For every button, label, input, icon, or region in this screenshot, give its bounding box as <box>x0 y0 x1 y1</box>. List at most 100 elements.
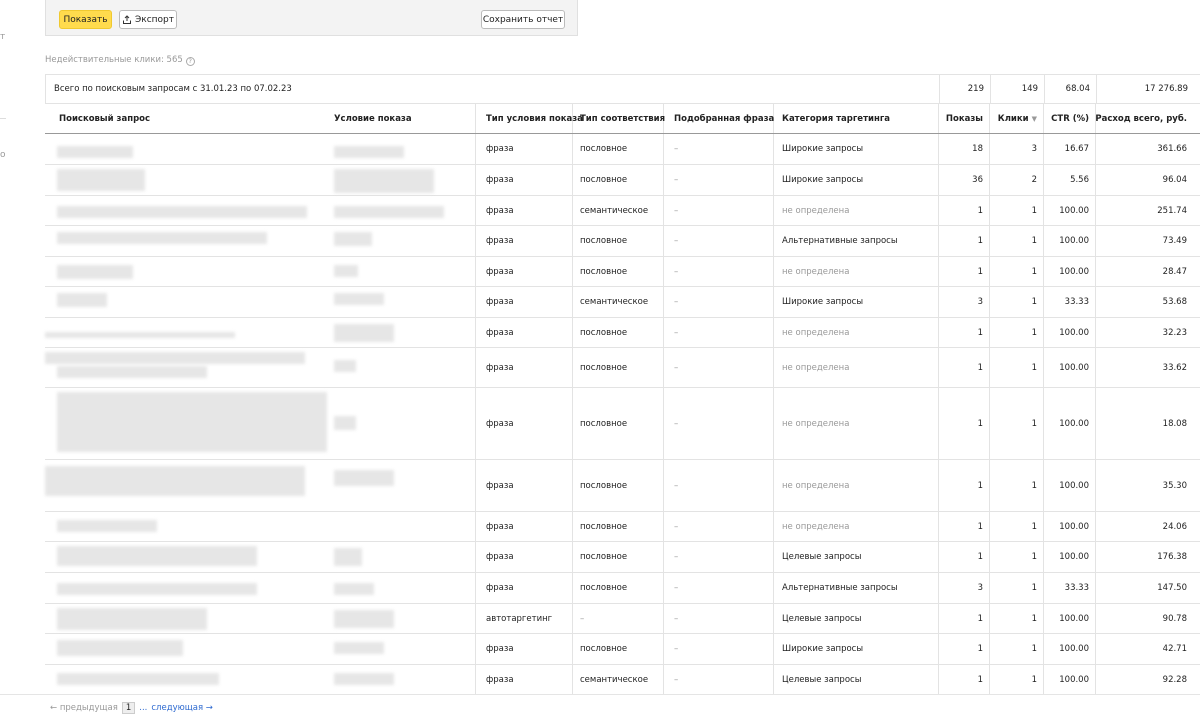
clicks-cell: 1 <box>1031 266 1037 277</box>
show-button[interactable]: Показать <box>59 10 112 29</box>
cond-type-cell: фраза <box>486 175 514 185</box>
spend-cell: 35.30 <box>1162 480 1187 491</box>
header-match-type[interactable]: Тип соответствия <box>572 104 665 133</box>
next-page-link[interactable]: следующая → <box>151 703 213 713</box>
category-cell: Целевые запросы <box>782 613 862 624</box>
spend-cell: 24.06 <box>1162 521 1187 532</box>
header-spend[interactable]: Расход всего, руб. <box>1095 104 1200 133</box>
cond-type-cell: фраза <box>486 327 514 338</box>
shows-cell: 1 <box>977 327 983 338</box>
clicks-cell: 1 <box>1031 674 1037 685</box>
shows-cell: 1 <box>977 552 983 562</box>
upload-icon <box>122 14 132 25</box>
header-phrase[interactable]: Подобранная фраза <box>663 104 774 133</box>
shows-cell: 1 <box>977 521 983 532</box>
header-query[interactable]: Поисковый запрос <box>59 104 319 133</box>
ctr-cell: 100.00 <box>1059 266 1089 277</box>
table-row: фраза пословное – не определена 1 1 100.00 24.0… <box>45 512 1200 542</box>
header-category[interactable]: Категория таргетинга <box>773 104 938 133</box>
report-toolbar: Показать Экспорт Сохранить отчет <box>45 0 578 36</box>
table-row: фраза пословное – не определена 1 1 100.00 35.3… <box>45 460 1200 512</box>
prev-page-link[interactable]: ← предыдущая <box>50 703 118 713</box>
header-ctr[interactable]: CTR (%) <box>1043 104 1095 133</box>
header-condition[interactable]: Условие показа <box>334 104 474 133</box>
ctr-cell: 100.00 <box>1059 613 1089 624</box>
ctr-cell: 100.00 <box>1059 521 1089 532</box>
table-row: фраза пословное – не определена 1 1 100.00 28.4… <box>45 257 1200 287</box>
table-row: фраза пословное – не определена 1 1 100.00 18.0… <box>45 388 1200 460</box>
category-cell: Целевые запросы <box>782 674 862 685</box>
condition-cell-redacted <box>334 196 474 225</box>
shows-cell: 1 <box>977 236 983 246</box>
phrase-cell: – <box>674 480 679 491</box>
spend-cell: 32.23 <box>1162 327 1187 338</box>
cond-type-cell: фраза <box>486 236 514 246</box>
phrase-cell: – <box>674 418 679 429</box>
header-clicks[interactable]: Клики ▼ <box>989 104 1043 133</box>
ctr-cell: 100.00 <box>1059 362 1089 373</box>
export-label: Экспорт <box>134 14 174 25</box>
ctr-cell: 100.00 <box>1059 480 1089 491</box>
header-cond-type[interactable]: Тип условия показа <box>475 104 583 133</box>
ctr-cell: 100.00 <box>1059 674 1089 685</box>
clicks-cell: 3 <box>1031 144 1037 154</box>
table-row: фраза семантическое – Целевые запросы 1 1 100.… <box>45 665 1200 695</box>
shows-cell: 1 <box>977 674 983 685</box>
shows-cell: 1 <box>977 205 983 216</box>
pagination: ← предыдущая 1 ... следующая → <box>50 702 213 714</box>
shows-cell: 1 <box>977 418 983 429</box>
category-cell: Целевые запросы <box>782 552 862 562</box>
cond-type-cell: фраза <box>486 266 514 277</box>
spend-cell: 18.08 <box>1162 418 1187 429</box>
cond-type-cell: фраза <box>486 144 514 154</box>
current-page[interactable]: 1 <box>121 702 136 714</box>
category-cell: не определена <box>782 480 850 491</box>
clicks-cell: 1 <box>1031 613 1037 624</box>
spend-cell: 147.50 <box>1157 583 1187 593</box>
save-report-button[interactable]: Сохранить отчет <box>481 10 565 29</box>
match-type-cell: пословное <box>580 521 628 532</box>
phrase-cell: – <box>674 175 679 185</box>
match-type-cell: семантическое <box>580 674 649 685</box>
condition-cell-redacted <box>334 165 474 195</box>
match-type-cell: пословное <box>580 480 628 491</box>
cond-type-cell: фраза <box>486 583 514 593</box>
category-cell: Альтернативные запросы <box>782 583 898 593</box>
condition-cell-redacted <box>334 573 474 603</box>
phrase-cell: – <box>674 266 679 277</box>
phrase-cell: – <box>674 674 679 685</box>
condition-cell-redacted <box>334 512 474 541</box>
table-row: фраза пословное – не определена 1 1 100.00 33.6… <box>45 348 1200 388</box>
table-row: фраза пословное – Широкие запросы 1 1 100.00 42… <box>45 634 1200 665</box>
clicks-cell: 2 <box>1031 175 1037 185</box>
spend-cell: 176.38 <box>1157 552 1187 562</box>
condition-cell-redacted <box>334 634 474 664</box>
header-shows[interactable]: Показы <box>938 104 989 133</box>
query-cell-redacted <box>45 634 320 664</box>
category-cell: не определена <box>782 362 850 373</box>
ctr-cell: 16.67 <box>1064 144 1089 154</box>
totals-shows: 219 <box>967 84 984 94</box>
query-cell-redacted <box>45 287 320 317</box>
match-type-cell: пословное <box>580 266 628 277</box>
totals-spend: 17 276.89 <box>1144 84 1188 94</box>
spend-cell: 73.49 <box>1162 236 1187 246</box>
table-body: фраза пословное – Широкие запросы 18 3 16.67 36… <box>45 134 1200 695</box>
clicks-cell: 1 <box>1031 418 1037 429</box>
ctr-cell: 100.00 <box>1059 327 1089 338</box>
category-cell: Широкие запросы <box>782 297 864 307</box>
clicks-cell: 1 <box>1031 552 1037 562</box>
match-type-cell: семантическое <box>580 297 649 307</box>
clicks-cell: 1 <box>1031 480 1037 491</box>
help-icon[interactable]: ? <box>185 57 195 66</box>
clicks-cell: 1 <box>1031 236 1037 246</box>
match-type-cell: пословное <box>580 583 628 593</box>
cond-type-cell: фраза <box>486 418 514 429</box>
match-type-cell: пословное <box>580 236 628 246</box>
export-button[interactable]: Экспорт <box>119 10 177 29</box>
totals-label: Всего по поисковым запросам с 31.01.23 п… <box>54 84 292 94</box>
shows-cell: 3 <box>977 583 983 593</box>
page-ellipsis[interactable]: ... <box>139 703 147 713</box>
ctr-cell: 5.56 <box>1070 175 1089 185</box>
sidebar-divider <box>0 118 6 119</box>
